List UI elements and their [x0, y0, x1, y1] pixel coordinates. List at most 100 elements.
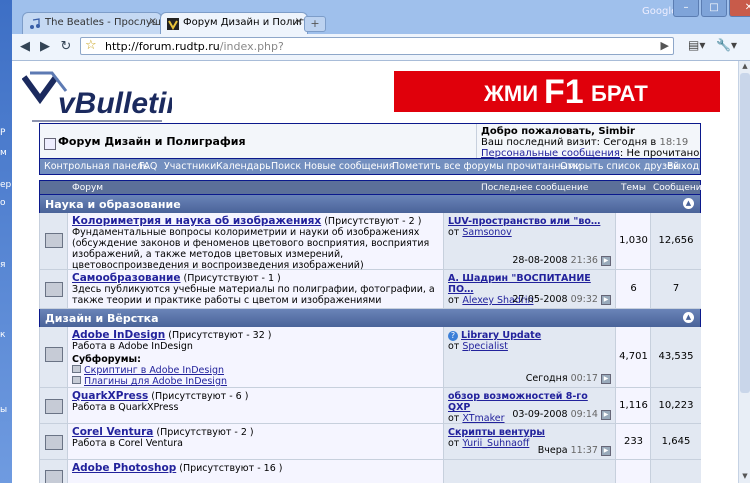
forum-status-icon	[45, 435, 63, 450]
forum-name-link[interactable]: Corel Ventura	[72, 426, 153, 438]
back-icon[interactable]: ◀	[16, 38, 34, 56]
subforum-link-plugins[interactable]: Плагины для Adobe InDesign	[84, 376, 227, 387]
last-post-cell: ? Library Update от Specialist Сегодня 0…	[443, 327, 616, 387]
music-note-icon	[30, 18, 40, 29]
last-post-datetime: 28-08-2008 21:36 ▶	[512, 255, 611, 266]
forum-name-link[interactable]: QuarkXPress	[72, 390, 148, 402]
forum-name-link[interactable]: Adobe Photoshop	[72, 462, 176, 474]
scroll-up-icon[interactable]: ▲	[740, 62, 750, 72]
collapse-icon[interactable]: ▲	[683, 312, 694, 323]
forum-title[interactable]: Форум Дизайн и Полиграфия	[58, 135, 246, 148]
forum-home-icon[interactable]	[44, 138, 56, 150]
tab-forum[interactable]: Форум Дизайн и Полигра… ×	[160, 12, 308, 34]
private-messages-link[interactable]: Персональные сообщения	[481, 148, 620, 159]
last-post-title[interactable]: А. Шадрин "ВОСПИТАНИЕ ПО…	[448, 273, 591, 295]
menu-new-posts[interactable]: Новые сообщения	[304, 161, 395, 172]
wrench-icon[interactable]: 🔧▾	[716, 38, 737, 52]
address-bar[interactable]: ☆ http://forum.rudtp.ru/index.php? ▶	[80, 37, 674, 55]
forum-cell: Adobe Photoshop (Присутствуют - 16 )	[68, 460, 443, 483]
forum-present: (Присутствуют - 1 )	[180, 273, 281, 284]
go-to-post-icon[interactable]: ▶	[601, 373, 611, 384]
question-icon: ?	[448, 330, 458, 341]
browser-toolbar: ◀ ▶ ↻ ☆ http://forum.rudtp.ru/index.php?…	[12, 34, 750, 61]
desktop-label: к	[0, 330, 6, 340]
last-post-user[interactable]: Yurii_Suhnaoff	[462, 438, 529, 449]
category-title[interactable]: Наука и образование	[45, 198, 181, 211]
last-post-datetime: 03-09-2008 09:14 ▶	[512, 409, 611, 420]
last-post-title[interactable]: Library Update	[461, 330, 541, 341]
new-tab-button[interactable]: +	[304, 16, 326, 32]
maximize-icon[interactable]: □	[701, 0, 727, 17]
subforum-link-scripting[interactable]: Скриптинг в Adobe InDesign	[84, 365, 224, 376]
welcome-text: Добро пожаловать, Simbir	[481, 126, 635, 137]
go-arrow-icon[interactable]: ▶	[661, 39, 669, 52]
desktop-label: ер	[0, 180, 12, 190]
category-header: Наука и образование ▲	[39, 195, 701, 213]
menu-faq[interactable]: FAQ	[139, 161, 157, 172]
go-to-post-icon[interactable]: ▶	[601, 255, 611, 266]
forum-description: Здесь публикуются учебные материалы по п…	[72, 284, 435, 306]
reload-icon[interactable]: ↻	[57, 38, 75, 56]
collapse-icon[interactable]: ▲	[683, 198, 694, 209]
vertical-scrollbar[interactable]: ▲ ▼	[738, 61, 750, 483]
forum-present: (Присутствуют - 32 )	[165, 330, 272, 341]
table-header: Форум Последнее сообщение Темы Сообщения	[39, 180, 707, 195]
forum-name-link[interactable]: Самообразование	[72, 272, 181, 284]
forum-status-icon	[45, 347, 63, 362]
f1-banner-ad[interactable]: ЖМИ F1 БРАТ	[394, 71, 720, 112]
forum-name-link[interactable]: Adobe InDesign	[72, 329, 165, 341]
forum-status-cell	[40, 460, 68, 483]
forum-present: (Присутствуют - 2 )	[321, 216, 422, 227]
subforum-icon	[72, 365, 81, 373]
window-close-icon[interactable]: ✕	[729, 0, 750, 17]
menu-mark-read[interactable]: Пометить все форумы прочитанными	[392, 161, 581, 172]
post-count: 10,223	[650, 388, 701, 423]
url-text: http://forum.rudtp.ru/index.php?	[105, 40, 284, 53]
forum-cell: Corel Ventura (Присутствуют - 2 ) Работа…	[68, 424, 443, 459]
go-to-post-icon[interactable]: ▶	[601, 294, 611, 305]
go-to-post-icon[interactable]: ▶	[601, 445, 611, 456]
forum-row: Adobe Photoshop (Присутствуют - 16 )	[39, 460, 701, 483]
forward-icon[interactable]: ▶	[36, 38, 54, 56]
scroll-down-icon[interactable]: ▼	[740, 472, 750, 482]
post-count: 1,645	[650, 424, 701, 459]
desktop-label: ы	[0, 405, 8, 415]
close-icon[interactable]: ×	[295, 16, 303, 27]
forum-description: Работа в Adobe InDesign	[72, 341, 193, 352]
post-count: 43,535	[650, 327, 701, 387]
last-post-user[interactable]: Samsonov	[462, 227, 511, 238]
last-post-user[interactable]: Specialist	[462, 341, 508, 352]
menu-members[interactable]: Участники	[164, 161, 216, 172]
thread-count	[617, 460, 650, 483]
menu-control-panel[interactable]: Контрольная панель	[44, 161, 148, 172]
forum-present: (Присутствуют - 16 )	[176, 463, 283, 474]
subforum-icon	[72, 376, 81, 384]
last-post-datetime: 27-05-2008 09:32 ▶	[512, 294, 611, 305]
menu-calendar[interactable]: Календарь	[216, 161, 271, 172]
forum-row: Колориметрия и наука об изображениях (Пр…	[39, 213, 701, 271]
category-header: Дизайн и Вёрстка ▲	[39, 309, 701, 327]
last-visit-time: 18:19	[659, 137, 689, 148]
minimize-icon[interactable]: –	[673, 0, 699, 17]
last-post-user[interactable]: XTmaker	[462, 413, 504, 424]
last-post-cell: А. Шадрин "ВОСПИТАНИЕ ПО… от Alexey Shad…	[443, 270, 616, 308]
scrollbar-thumb[interactable]	[740, 73, 750, 393]
bookmark-star-icon[interactable]: ☆	[85, 38, 97, 54]
go-to-post-icon[interactable]: ▶	[601, 409, 611, 420]
last-visit-label: Ваш последний визит: Сегодня в	[481, 137, 660, 148]
post-count	[650, 460, 701, 483]
post-count: 12,656	[650, 213, 701, 269]
page-menu-icon[interactable]: ▤▾	[688, 38, 705, 52]
desktop-label: P	[0, 128, 6, 138]
last-post-title[interactable]: LUV-пространство или "во…	[448, 216, 600, 227]
forum-present: (Присутствуют - 6 )	[148, 391, 249, 402]
close-icon[interactable]: ×	[149, 16, 157, 27]
forum-name-link[interactable]: Колориметрия и наука об изображениях	[72, 215, 321, 227]
browser-window: The Beatles - Прослушива… × Форум Дизайн…	[12, 0, 750, 483]
category-title[interactable]: Дизайн и Вёрстка	[45, 312, 159, 325]
last-post-title[interactable]: Скрипты вентуры	[448, 427, 545, 438]
menu-buddy-list[interactable]: Открыть список друзей	[560, 161, 679, 172]
menu-search[interactable]: Поиск	[271, 161, 301, 172]
menu-logout[interactable]: Выход	[667, 161, 699, 172]
tab-beatles[interactable]: The Beatles - Прослушива… ×	[22, 12, 162, 34]
